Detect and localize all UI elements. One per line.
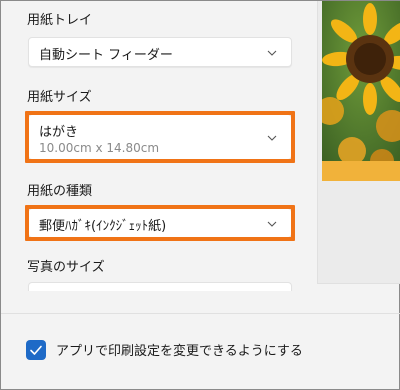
footer-divider [1,313,400,314]
paper-tray-value: 自動シート フィーダー [39,48,173,63]
sunflower-photo [322,1,400,181]
photo-size-label: 写真のサイズ [27,260,105,275]
paper-size-highlight [25,111,295,163]
chevron-down-icon [267,50,277,56]
paper-tray-dropdown[interactable]: 自動シート フィーダー [28,37,292,67]
paper-type-highlight [25,205,295,241]
print-settings-window: 用紙トレイ 自動シート フィーダー 用紙サイズ はがき 10.00cm x 14… [0,0,400,390]
checkmark-icon [30,345,42,355]
paper-size-label: 用紙サイズ [27,90,92,105]
settings-pane: 用紙トレイ 自動シート フィーダー 用紙サイズ はがき 10.00cm x 14… [1,1,309,291]
allow-app-settings-checkbox[interactable] [26,340,46,360]
paper-type-label: 用紙の種類 [27,184,93,199]
photo-size-dropdown[interactable] [28,282,292,291]
paper-tray-label: 用紙トレイ [27,13,93,28]
preview-pane [317,1,400,284]
preview-image [322,1,400,181]
allow-app-settings-label[interactable]: アプリで印刷設定を変更できるようにする [56,340,303,359]
